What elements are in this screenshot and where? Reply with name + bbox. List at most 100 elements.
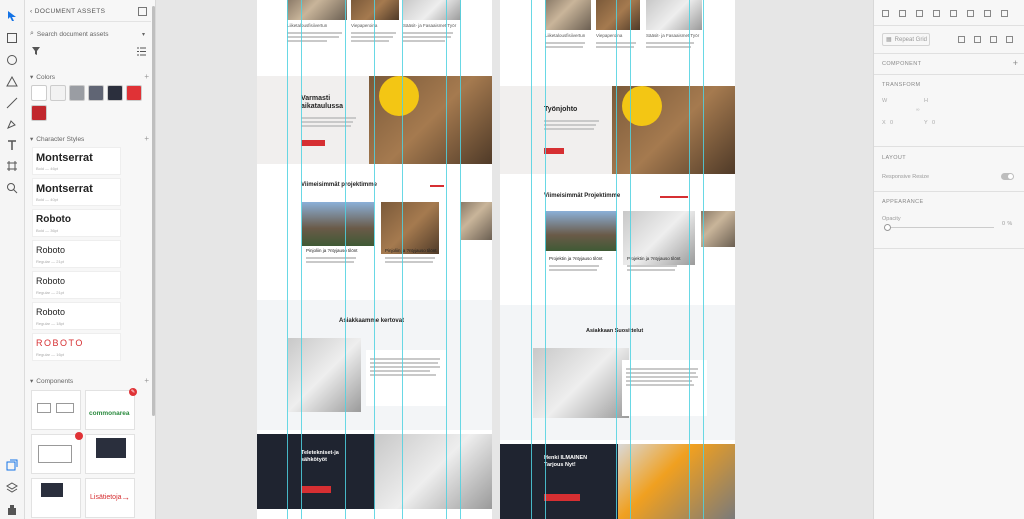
component-thumb[interactable] xyxy=(31,390,81,430)
opacity-slider-track[interactable] xyxy=(884,227,994,228)
pen-tool-icon[interactable] xyxy=(5,117,19,131)
service-title: Liiketalousfisiivertun xyxy=(287,23,328,28)
divider xyxy=(30,21,151,22)
exclude-boolean-icon[interactable] xyxy=(1006,36,1013,43)
search-input[interactable]: ⌕ Search document assets ▾ xyxy=(30,27,145,41)
service-image xyxy=(596,0,640,30)
height-label: H xyxy=(924,98,929,104)
add-color-icon[interactable]: + xyxy=(144,72,149,81)
project-image xyxy=(545,211,617,251)
testimonials-heading: Asiakkaan Suosittelut xyxy=(586,328,644,334)
component-thumb[interactable] xyxy=(85,434,135,474)
thumb-shape xyxy=(41,483,63,497)
color-swatch[interactable] xyxy=(50,85,66,101)
cta-image xyxy=(375,434,492,509)
hero-cta-button[interactable] xyxy=(544,148,564,154)
character-style-item[interactable]: Roboto Regular — 18pt xyxy=(32,302,121,330)
cta-button[interactable] xyxy=(544,494,580,501)
character-style-name: Roboto xyxy=(36,307,66,317)
rectangle-tool-icon[interactable] xyxy=(5,31,19,45)
color-swatch[interactable] xyxy=(69,85,85,101)
repeat-grid-button[interactable]: ▦ Repeat Grid xyxy=(882,33,930,46)
width-label: W xyxy=(882,98,888,104)
character-style-item[interactable]: Roboto Bold — 36pt xyxy=(32,209,121,237)
align-left-icon[interactable] xyxy=(950,10,957,17)
subtract-boolean-icon[interactable] xyxy=(974,36,981,43)
assets-scrollbar[interactable] xyxy=(152,6,155,416)
character-style-name: Roboto xyxy=(36,214,71,225)
text-tool-icon[interactable] xyxy=(5,138,19,152)
projects-heading: Viimeisimmät Projektimme xyxy=(544,193,621,199)
responsive-resize-toggle[interactable] xyxy=(1001,173,1014,180)
view-all-link[interactable] xyxy=(430,185,444,187)
character-style-meta: Bold — 40pt xyxy=(36,197,59,202)
add-component-icon[interactable]: + xyxy=(1013,58,1018,68)
design-canvas[interactable]: Liiketalousfisiivertun Viepaperoina Sääs… xyxy=(156,0,873,519)
cta-button[interactable] xyxy=(301,486,331,493)
service-title: Liiketalousfisiivertun xyxy=(545,33,586,38)
distribute-vertical-icon[interactable] xyxy=(933,10,940,17)
add-character-style-icon[interactable]: + xyxy=(144,134,149,143)
filter-icon[interactable] xyxy=(32,47,40,55)
line-tool-icon[interactable] xyxy=(5,96,19,110)
column-guide xyxy=(374,0,375,519)
align-center-icon[interactable] xyxy=(967,10,974,17)
ellipse-tool-icon[interactable] xyxy=(5,53,19,67)
export-icon[interactable] xyxy=(138,7,147,16)
align-top-icon[interactable] xyxy=(882,10,889,17)
layers-panel-icon[interactable] xyxy=(5,481,19,495)
character-style-item[interactable]: ROBOTO Regular — 16pt xyxy=(32,333,121,361)
color-swatch[interactable] xyxy=(31,105,47,121)
intersect-boolean-icon[interactable] xyxy=(990,36,997,43)
align-middle-icon[interactable] xyxy=(899,10,906,17)
color-swatch[interactable] xyxy=(107,85,123,101)
add-boolean-icon[interactable] xyxy=(958,36,965,43)
chevron-down-icon[interactable]: ▾ xyxy=(142,31,145,38)
thumb-shape xyxy=(56,403,74,413)
assets-panel-icon[interactable] xyxy=(5,458,19,472)
list-view-icon[interactable] xyxy=(137,47,146,56)
opacity-slider-handle[interactable] xyxy=(884,224,891,231)
align-right-icon[interactable] xyxy=(984,10,991,17)
component-thumb[interactable] xyxy=(31,432,83,474)
polygon-tool-icon[interactable] xyxy=(5,75,19,89)
color-swatch[interactable] xyxy=(126,85,142,101)
component-link-thumb[interactable]: Lisätietoja → xyxy=(85,478,135,518)
character-style-item[interactable]: Montserrat Bold — 46pt xyxy=(32,147,121,175)
character-style-item[interactable]: Roboto Regular — 21pt xyxy=(32,240,121,268)
plugins-panel-icon[interactable] xyxy=(5,503,19,517)
testimonial-image xyxy=(533,348,629,418)
distribute-horizontal-icon[interactable] xyxy=(1001,10,1008,17)
hard-hat-shape xyxy=(379,76,419,116)
opacity-value[interactable]: 0 % xyxy=(1002,221,1013,227)
lock-aspect-icon[interactable]: ∞ xyxy=(916,107,920,113)
divider xyxy=(874,74,1024,75)
view-all-link[interactable] xyxy=(660,196,688,198)
colors-section-title[interactable]: ▾ Colors xyxy=(30,73,55,82)
character-styles-section-title[interactable]: ▾ Character Styles xyxy=(30,135,84,144)
character-style-item[interactable]: Roboto Regular — 21pt xyxy=(32,271,121,299)
y-value[interactable]: 0 xyxy=(932,120,935,126)
artboard-tool-icon[interactable] xyxy=(5,159,19,173)
property-inspector: ▦ Repeat Grid COMPONENT + TRANSFORM W H ∞… xyxy=(873,0,1024,519)
component-brand-thumb[interactable]: commonarea ✎ xyxy=(85,388,137,430)
character-style-item[interactable]: Montserrat Bold — 40pt xyxy=(32,178,121,206)
color-swatch[interactable] xyxy=(31,85,47,101)
x-value[interactable]: 0 xyxy=(890,120,893,126)
component-badge-icon: ✎ xyxy=(129,388,137,396)
artboard-right[interactable]: Liiketalousfisiivertun Viepaperoina Sääs… xyxy=(500,0,735,519)
components-section-title[interactable]: ▾ Components xyxy=(30,377,73,386)
search-icon: ⌕ xyxy=(30,30,34,37)
back-chevron-icon[interactable]: ‹ xyxy=(30,8,33,15)
select-arrow-icon[interactable] xyxy=(5,9,19,23)
color-swatch[interactable] xyxy=(88,85,104,101)
component-thumb[interactable] xyxy=(31,478,81,518)
add-component-icon[interactable]: + xyxy=(144,376,149,385)
zoom-tool-icon[interactable] xyxy=(5,181,19,195)
divider xyxy=(874,53,1024,54)
component-label: COMPONENT xyxy=(882,61,922,67)
service-image xyxy=(287,0,347,20)
thumb-shape xyxy=(38,445,72,463)
hero-cta-button[interactable] xyxy=(301,140,325,146)
align-bottom-icon[interactable] xyxy=(916,10,923,17)
